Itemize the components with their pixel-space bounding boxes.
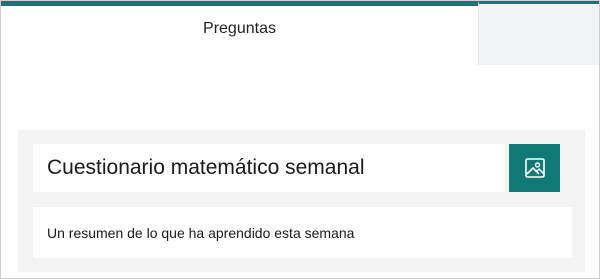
insert-image-button[interactable]: [509, 144, 560, 192]
image-icon: [524, 158, 545, 178]
form-editor-window: Preguntas Cuestionario matemático semana…: [0, 0, 600, 279]
tab-bar: Preguntas: [1, 1, 599, 65]
tab-questions-label: Preguntas: [203, 19, 276, 37]
form-header-card: Cuestionario matemático semanal Un resum…: [18, 130, 585, 272]
form-title-field[interactable]: Cuestionario matemático semanal: [33, 144, 505, 192]
tab-responses[interactable]: [478, 1, 599, 65]
form-title-text: Cuestionario matemático semanal: [47, 156, 365, 179]
form-description-field[interactable]: Un resumen de lo que ha aprendido esta s…: [33, 207, 572, 258]
tab-questions[interactable]: Preguntas: [1, 1, 478, 65]
form-description-text: Un resumen de lo que ha aprendido esta s…: [47, 224, 355, 241]
